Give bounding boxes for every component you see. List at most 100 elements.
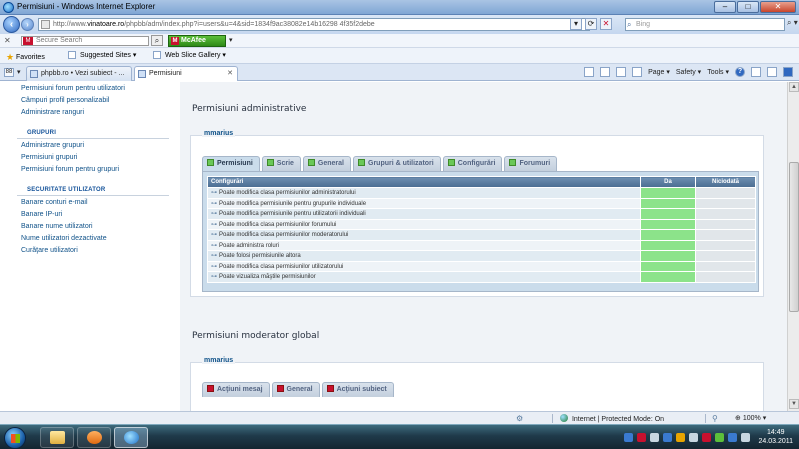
yes-cell[interactable] xyxy=(640,239,696,251)
tab-groups-users[interactable]: Grupuri & utilizatori xyxy=(353,156,441,171)
taskbar-internet-explorer[interactable] xyxy=(114,427,148,448)
sidebar-link-manage-groups[interactable]: Administrare grupuri xyxy=(21,142,84,149)
page-menu[interactable]: Page ▾ xyxy=(648,68,670,76)
tab-phpbb[interactable]: phpbb.ro • Vezi subiect - ... xyxy=(26,66,132,81)
web-slice-gallery-button[interactable]: Web Slice Gallery ▾ xyxy=(153,51,226,60)
back-button[interactable]: ‹ xyxy=(3,16,20,33)
sidebar-link-ban-usernames[interactable]: Banare nume utilizatori xyxy=(21,223,93,230)
safety-menu[interactable]: Safety ▾ xyxy=(676,68,701,76)
never-cell[interactable] xyxy=(695,197,756,209)
quick-tabs-button[interactable]: 88 xyxy=(4,68,14,77)
mcafee-tray-icon[interactable] xyxy=(637,432,647,442)
tab-list-dropdown[interactable]: ▾ xyxy=(17,68,21,76)
yes-cell[interactable] xyxy=(640,229,696,241)
tab-configurari[interactable]: Configurări xyxy=(442,156,503,171)
scroll-up-icon[interactable]: ▲ xyxy=(789,82,799,92)
network-icon[interactable] xyxy=(624,432,634,442)
research-icon[interactable] xyxy=(751,67,761,77)
sidebar-link-group-forum-perms[interactable]: Permisiuni forum pentru grupuri xyxy=(21,166,119,173)
feeds-icon[interactable] xyxy=(600,67,611,77)
yes-cell[interactable] xyxy=(640,218,696,230)
bluetooth-icon[interactable] xyxy=(783,67,793,77)
flag-icon[interactable] xyxy=(650,432,660,442)
mcafee-dropdown[interactable]: ▾ xyxy=(229,36,233,44)
volume-icon[interactable] xyxy=(741,432,751,442)
close-tab-icon[interactable]: ✕ xyxy=(227,67,233,80)
never-cell[interactable] xyxy=(695,239,756,251)
antivirus-icon[interactable] xyxy=(702,432,712,442)
tab-post-actions[interactable]: Acţiuni mesaj xyxy=(202,382,270,397)
tools-menu[interactable]: Tools ▾ xyxy=(707,68,729,76)
secure-search-button[interactable]: ⌕ xyxy=(151,35,163,46)
maximize-button[interactable]: □ xyxy=(737,1,759,13)
minimize-button[interactable]: – xyxy=(714,1,736,13)
address-input[interactable]: http://www.vinatoare.ro/phpbb/adm/index.… xyxy=(38,18,590,31)
start-button[interactable] xyxy=(4,427,26,449)
never-cell[interactable] xyxy=(695,271,756,283)
taskbar-explorer[interactable] xyxy=(40,427,74,448)
yes-cell[interactable] xyxy=(640,250,696,262)
window-controls: – □ ✕ xyxy=(714,1,796,13)
suggested-sites-button[interactable]: Suggested Sites ▾ xyxy=(68,51,136,60)
never-cell[interactable] xyxy=(695,229,756,241)
tab-topic-actions[interactable]: Acţiuni subiect xyxy=(321,382,394,397)
update-icon[interactable] xyxy=(676,432,686,442)
tab-scrie[interactable]: Scrie xyxy=(261,156,301,171)
never-cell[interactable] xyxy=(695,260,756,272)
bing-search-input[interactable]: ⌕ Bing xyxy=(625,18,785,31)
system-clock[interactable]: 14:49 24.03.2011 xyxy=(758,428,793,446)
signal-icon[interactable] xyxy=(728,432,738,442)
never-cell[interactable] xyxy=(695,250,756,262)
yes-cell[interactable] xyxy=(640,187,696,199)
privacy-icon[interactable]: ⚙ xyxy=(516,414,523,423)
search-go-button[interactable]: ⌕ ▾ xyxy=(787,18,798,28)
sidebar-link-forum-user-perms[interactable]: Permisiuni forum pentru utilizatori xyxy=(21,85,125,92)
vertical-scrollbar[interactable]: ▲ ▼ xyxy=(787,82,799,411)
sidebar-link-disallowed-names[interactable]: Nume utilizatori dezactivate xyxy=(21,235,107,242)
protected-mode-icon[interactable]: ⚲ xyxy=(712,414,718,423)
sidebar-link-prune-users[interactable]: Curăţare utilizatori xyxy=(21,247,78,254)
permission-text: Poate modifica clasa permisiunilor admin… xyxy=(219,190,356,197)
print-icon[interactable] xyxy=(632,67,643,77)
tab-mod-general[interactable]: General xyxy=(271,382,320,397)
tab-permisiuni-admin[interactable]: Permisiuni xyxy=(202,156,260,171)
security-zone[interactable]: Internet | Protected Mode: On xyxy=(560,414,664,423)
tab-forumuri[interactable]: Forumuri xyxy=(504,156,558,171)
favorites-button[interactable]: ★ Favorites xyxy=(6,51,45,62)
never-cell[interactable] xyxy=(695,208,756,220)
tab-general[interactable]: General xyxy=(302,156,351,171)
stop-icon[interactable]: ✕ xyxy=(600,18,612,30)
close-toolbar-button[interactable]: ✕ xyxy=(4,36,11,45)
sidebar-link-manage-ranks[interactable]: Administrare ranguri xyxy=(21,109,84,116)
home-icon[interactable] xyxy=(584,67,595,77)
forward-button[interactable]: › xyxy=(21,18,34,31)
sidebar-link-group-perms[interactable]: Permisiuni grupuri xyxy=(21,154,77,161)
messenger-icon[interactable] xyxy=(689,432,699,442)
zoom-control[interactable]: ⊕ 100% ▾ xyxy=(735,414,766,422)
sidebar-link-custom-profile-fields[interactable]: Câmpuri profil personalizabil xyxy=(21,97,109,104)
sidebar-link-ban-emails[interactable]: Banare conturi e-mail xyxy=(21,199,88,206)
scroll-thumb[interactable] xyxy=(789,162,799,312)
taskbar-media-player[interactable] xyxy=(77,427,111,448)
close-window-button[interactable]: ✕ xyxy=(760,1,796,13)
never-cell[interactable] xyxy=(695,187,756,199)
secure-search-input[interactable]: M Secure Search xyxy=(21,36,149,46)
mail-icon[interactable] xyxy=(616,67,627,77)
permission-label: ⊶ Poate modifica permisiunile pentru util… xyxy=(207,208,641,220)
scroll-down-icon[interactable]: ▼ xyxy=(789,399,799,409)
yes-cell[interactable] xyxy=(640,197,696,209)
bluetooth-tray-icon[interactable] xyxy=(663,432,673,442)
refresh-icon[interactable]: ⟳ xyxy=(585,18,597,30)
yes-cell[interactable] xyxy=(640,271,696,283)
never-cell[interactable] xyxy=(695,218,756,230)
yes-cell[interactable] xyxy=(640,260,696,272)
yes-cell[interactable] xyxy=(640,208,696,220)
sidebar-link-ban-ips[interactable]: Banare IP-uri xyxy=(21,211,62,218)
power-icon[interactable] xyxy=(715,432,725,442)
mcafee-button[interactable]: M McAfee xyxy=(168,35,226,47)
addon-icon[interactable] xyxy=(767,67,777,77)
compatibility-view-icon[interactable]: ▾ xyxy=(570,18,582,30)
help-icon[interactable]: ? xyxy=(735,67,745,77)
zone-text: Internet | Protected Mode: On xyxy=(571,416,665,423)
tab-permisiuni[interactable]: Permisiuni ✕ xyxy=(134,66,238,81)
